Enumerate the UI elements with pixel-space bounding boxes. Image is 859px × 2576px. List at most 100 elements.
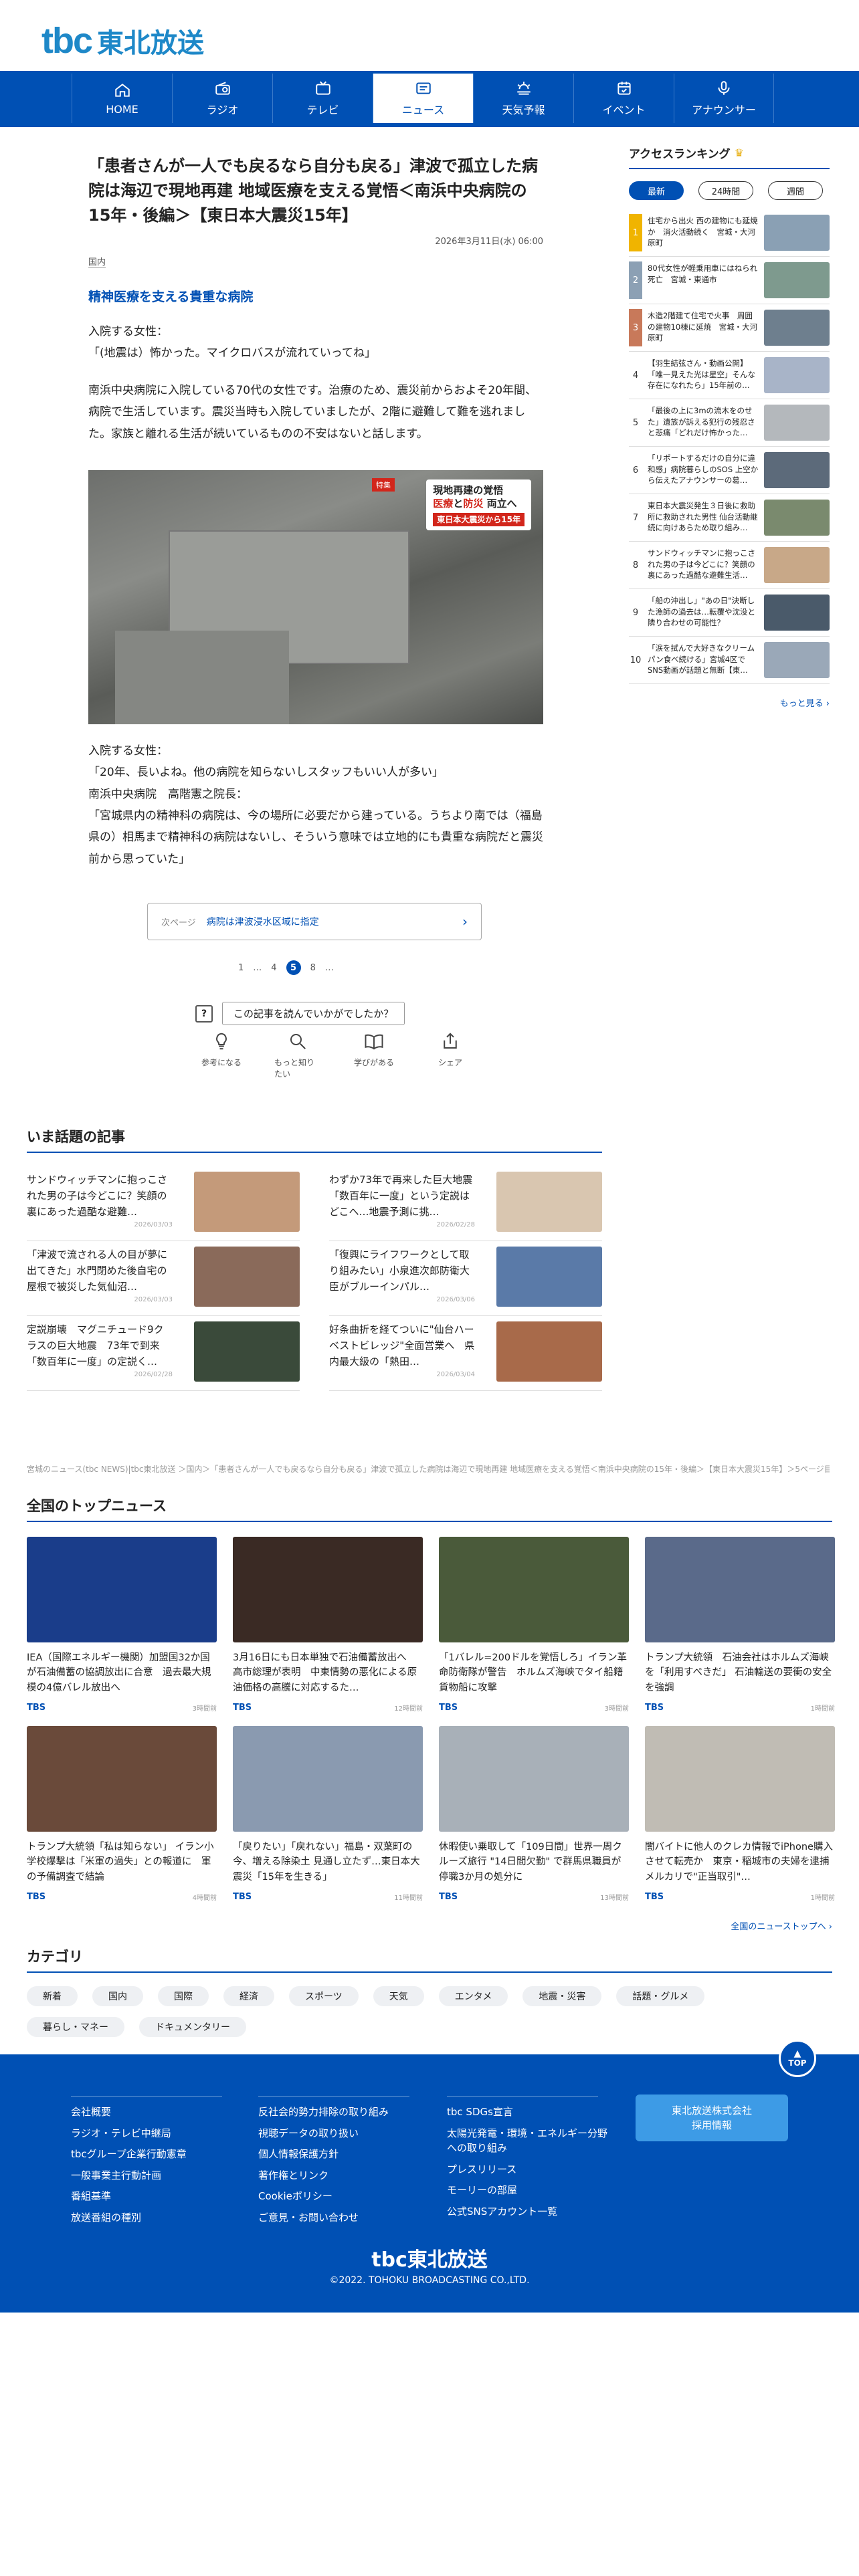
ranking-item[interactable]: 3 木造2階建て住宅で火事 周囲の建物10棟に延焼 宮城・大河原町 xyxy=(629,304,830,352)
reaction-label: シェア xyxy=(438,1058,462,1067)
reaction-more[interactable]: もっと知りたい xyxy=(274,1031,321,1079)
news-time: 13時間前 xyxy=(600,1895,629,1902)
news-card[interactable]: 「1バレル=200ドルを覚悟しろ」イラン革命防衛隊が警告 ホルムズ海峡でタイ船籍… xyxy=(439,1537,629,1713)
tab-24h[interactable]: 24時間 xyxy=(698,181,753,200)
page-4[interactable]: 4 xyxy=(271,963,276,973)
news-title: 「戻りたい」「戻れない」福島・双葉町の今、増える除染土 見通し立たず…東日本大震… xyxy=(233,1842,420,1883)
ranking-item[interactable]: 8 サンドウィッチマンに抱っこされた男の子は今どこに？笑顔の裏にあった過酷な避難… xyxy=(629,542,830,589)
hot-item[interactable]: 「津波で流される人の目が夢に出てきた」水門閉めた後自宅の屋根で被災した気仙沼… … xyxy=(27,1241,300,1316)
footer-link[interactable]: 個人情報保護方針 xyxy=(258,2147,409,2162)
all-news-link[interactable]: 全国のニューストップへ › xyxy=(27,1919,832,1932)
rank-number: 7 xyxy=(632,512,639,523)
ranking-item[interactable]: 10 「涙を拭んで大好きなクリームパン食べ続ける」宮城4区でSNS動画が話題と無… xyxy=(629,637,830,684)
reaction-learn[interactable]: 学びがある xyxy=(351,1031,397,1079)
hot-item[interactable]: わずか73年で再来した巨大地震「数百年に一度」という定説はどこへ…地震予測に挑…… xyxy=(329,1166,602,1241)
footer-logo[interactable]: tbc東北放送 xyxy=(0,2243,859,2272)
footer-link[interactable]: Cookieポリシー xyxy=(258,2189,409,2204)
category-chip[interactable]: 経済 xyxy=(223,1986,274,2006)
category-chip[interactable]: 暮らし・マネー xyxy=(27,2017,124,2037)
footer-link[interactable]: 視聴データの取り扱い xyxy=(258,2126,409,2141)
ranking-item[interactable]: 4 【羽生結弦さん・動画公開】「唯一見えた光は星空」そんな存在になれたら」15年… xyxy=(629,352,830,399)
footer-link[interactable]: モーリーの部屋 xyxy=(447,2183,607,2198)
news-card[interactable]: 3月16日にも日本単独で石油備蓄放出へ 高市総理が表明 中東情勢の悪化による原油… xyxy=(233,1537,423,1713)
footer-link[interactable]: tbc SDGs宣言 xyxy=(447,2105,607,2120)
tab-weekly[interactable]: 週間 xyxy=(768,181,823,200)
nav-event[interactable]: イベント xyxy=(573,74,674,123)
quote-text: 入院する女性： 「(地震は）怖かった。マイクロバスが流れていってね」 xyxy=(88,324,376,360)
footer-link[interactable]: 放送番組の種別 xyxy=(71,2210,222,2226)
caption-line: 現地再建の覚悟 xyxy=(433,484,504,497)
news-card[interactable]: トランプ大統領 石油会社はホルムズ海峡を「利用すべきだ」 石油輸送の要衝の安全を… xyxy=(645,1537,835,1713)
nav-announcer[interactable]: アナウンサー xyxy=(674,74,774,123)
footer-link[interactable]: 太陽光発電・環境・エネルギー分野への取り組み xyxy=(447,2126,607,2156)
paragraph-text: 南浜中央病院に入院している70代の女性です。治療のため、震災前からおよそ20年間… xyxy=(88,384,537,441)
footer-link[interactable]: 会社概要 xyxy=(71,2105,222,2120)
page-1[interactable]: 1 xyxy=(238,963,244,973)
category-chip[interactable]: 国際 xyxy=(158,1986,209,2006)
back-to-top-button[interactable]: ▲ TOP xyxy=(779,2040,816,2077)
footer-link[interactable]: 公式SNSアカウント一覧 xyxy=(447,2204,607,2220)
category-chip[interactable]: 話題・グルメ xyxy=(616,1986,705,2006)
category-chip[interactable]: エンタメ xyxy=(438,1986,508,2006)
article-category[interactable]: 国内 xyxy=(88,255,106,268)
hot-item[interactable]: サンドウィッチマンに抱っこされた男の子は今どこに？笑顔の裏にあった過酷な避難… … xyxy=(27,1166,300,1241)
reaction-helpful[interactable]: 参考になる xyxy=(198,1031,245,1079)
ranking-item[interactable]: 1 住宅から出火 西の建物にも延焼か 消火活動続く 宮城・大河原町 xyxy=(629,209,830,257)
nav-weather[interactable]: 天気予報 xyxy=(473,74,573,123)
rank-number: 8 xyxy=(632,560,639,570)
page-ellipsis: … xyxy=(324,962,334,973)
news-time: 1時間前 xyxy=(810,1705,835,1713)
news-time: 3時間前 xyxy=(192,1705,217,1713)
page-8[interactable]: 8 xyxy=(310,963,316,973)
nav-tv[interactable]: テレビ xyxy=(272,74,373,123)
footer-link[interactable]: tbcグループ企業行動憲章 xyxy=(71,2147,222,2162)
category-chip[interactable]: 国内 xyxy=(92,1986,143,2006)
hot-item[interactable]: 「復興にライフワークとして取り組みたい」小泉進次郎防衛大臣がブルーインパル… 2… xyxy=(329,1241,602,1316)
footer-link[interactable]: 著作権とリンク xyxy=(258,2168,409,2183)
footer-link[interactable]: ラジオ・テレビ中継局 xyxy=(71,2126,222,2141)
ranking-item[interactable]: 2 80代女性が軽乗用車にはねられ死亡 宮城・東通市 xyxy=(629,257,830,304)
hot-item[interactable]: 好条曲折を経てついに"仙台ハーベストビレッジ"全面営業へ 県内最大級の「熱田… … xyxy=(329,1316,602,1391)
next-page-link[interactable]: 次ページ 病院は津波浸水区域に指定 › xyxy=(147,903,482,940)
nav-home[interactable]: HOME xyxy=(72,74,172,123)
news-card[interactable]: トランプ大統領「私は知らない」 イラン小学校爆撃は「米軍の過失」との報道に 軍の… xyxy=(27,1726,217,1902)
category-chip[interactable]: スポーツ xyxy=(289,1986,359,2006)
news-thumbnail xyxy=(439,1537,629,1642)
news-card[interactable]: IEA（国際エネルギー機関）加盟国32か国が石油備蓄の協調放出に合意 過去最大規… xyxy=(27,1537,217,1713)
recruit-button[interactable]: 東北放送株式会社 採用情報 xyxy=(636,2095,788,2141)
site-logo[interactable]: tbc 東北放送 xyxy=(41,20,204,62)
category-chip[interactable]: ドキュメンタリー xyxy=(139,2017,246,2037)
ranking-item[interactable]: 6 「リポートするだけの自分に違和感」病院暮らしのSOS 上空から伝えたアナウン… xyxy=(629,447,830,494)
reaction-buttons: 参考になる もっと知りたい 学びがある シェア xyxy=(198,1031,474,1079)
category-chip[interactable]: 地震・災害 xyxy=(522,1986,602,2006)
article: 「患者さんが一人でも戻るなら自分も戻る」津波で孤立した病院は海辺で現地再建 地域… xyxy=(88,154,543,1079)
footer-link[interactable]: プレスリリース xyxy=(447,2162,607,2177)
footer-link[interactable]: 反社会的勢力排除の取り組み xyxy=(258,2105,409,2120)
news-card[interactable]: 休暇使い乗取して「109日間」世界一周クルーズ旅行 "14日間欠勤" で群馬県職… xyxy=(439,1726,629,1902)
breadcrumb[interactable]: 宮城のニュース(tbc NEWS)|tbc東北放送 ＞国内＞「患者さんが一人でも… xyxy=(27,1463,830,1475)
nav-radio[interactable]: ラジオ xyxy=(172,74,272,123)
ranking-more-link[interactable]: もっと見る › xyxy=(629,696,830,709)
news-card[interactable]: 闇バイトに他人のクレカ情報でiPhone購入させて転売か 東京・稲城市の夫婦を逮… xyxy=(645,1726,835,1902)
category-chip[interactable]: 天気 xyxy=(373,1986,424,2006)
hot-title: いま話題の記事 xyxy=(27,1126,602,1153)
nav-news[interactable]: ニュース xyxy=(373,74,473,123)
category-chip[interactable]: 新着 xyxy=(27,1986,78,2006)
footer-link[interactable]: ご意見・お問い合わせ xyxy=(258,2210,409,2226)
ranking-item[interactable]: 9 「船の沖出し」"あの日"決断した漁師の過去は…転覆や沈没と隣り合わせの可能性… xyxy=(629,589,830,637)
ranking-item[interactable]: 5 「最後の上に3mの流木をのせた」遺族が訴える犯行の残忍さと悲痛「どれだけ怖か… xyxy=(629,399,830,447)
footer-link[interactable]: 番組基準 xyxy=(71,2189,222,2204)
news-source: TBS xyxy=(645,1703,664,1713)
news-meta: TBS 4時間前 xyxy=(27,1892,217,1902)
footer-link[interactable]: 一般事業主行動計画 xyxy=(71,2168,222,2183)
reaction-share[interactable]: シェア xyxy=(427,1031,474,1079)
ranking-item[interactable]: 7 東日本大震災発生３日後に救助所に救助された男性 仙台活動継続に向けあらため取… xyxy=(629,494,830,542)
rank-number: 9 xyxy=(632,607,639,618)
tab-latest[interactable]: 最新 xyxy=(629,181,684,200)
news-card[interactable]: 「戻りたい」「戻れない」福島・双葉町の今、増える除染土 見通し立たず…東日本大震… xyxy=(233,1726,423,1902)
hot-item[interactable]: 定説崩壊 マグニチュード9クラスの巨大地震 73年で到来「数百年に一度」の定説く… xyxy=(27,1316,300,1391)
footer-column: 反社会的勢力排除の取り組み 視聴データの取り扱い 個人情報保護方針 著作権とリンク Co… xyxy=(258,2096,409,2231)
rank-number: 1 xyxy=(629,214,642,251)
question-icon: ? xyxy=(195,1004,213,1023)
site-header: tbc 東北放送 xyxy=(0,0,859,71)
